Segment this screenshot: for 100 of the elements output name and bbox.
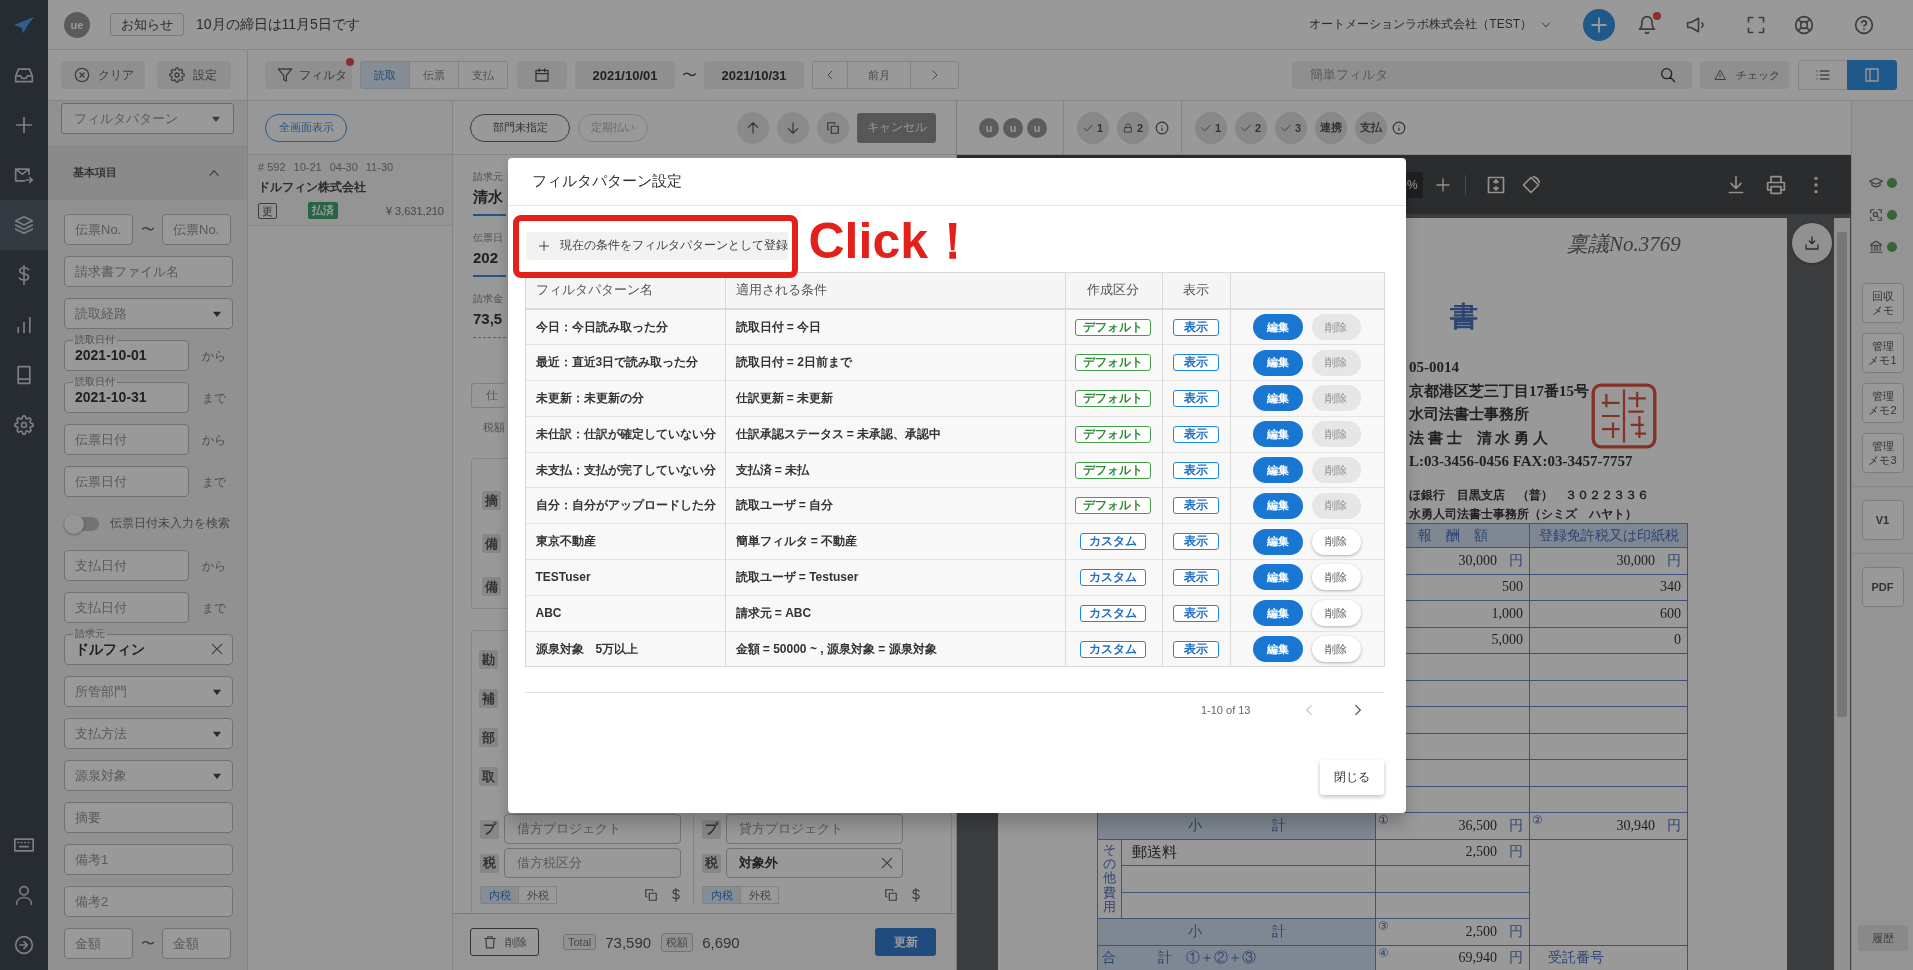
edit-button[interactable]: 編集 xyxy=(1252,600,1303,627)
edit-button[interactable]: 編集 xyxy=(1252,528,1303,555)
text-field[interactable]: 伝票日付 xyxy=(64,424,189,455)
bank-icon[interactable] xyxy=(1868,240,1883,254)
print-icon[interactable] xyxy=(1766,174,1786,195)
view-mode-button[interactable] xyxy=(1847,60,1897,90)
copy-icon[interactable] xyxy=(884,888,898,902)
text-field[interactable]: 備考2 xyxy=(64,886,233,917)
copy-icon[interactable] xyxy=(644,888,658,902)
copy-button[interactable] xyxy=(817,111,849,144)
memo-button[interactable]: 回収 メモ xyxy=(1861,283,1904,323)
download-icon[interactable] xyxy=(1726,174,1746,195)
clear-icon[interactable] xyxy=(210,642,224,656)
info-icon[interactable] xyxy=(1392,120,1406,135)
edit-button[interactable]: 編集 xyxy=(1252,564,1303,591)
logout-icon[interactable] xyxy=(14,935,34,955)
rotate-icon[interactable] xyxy=(1521,174,1541,195)
zoom-in-icon[interactable] xyxy=(1435,176,1451,193)
delete-button[interactable]: 削除 xyxy=(1311,564,1361,591)
text-field[interactable]: 摘要 xyxy=(64,802,233,833)
close-button[interactable]: 閉じる xyxy=(1319,759,1384,795)
workflow-chip[interactable]: 1 xyxy=(1195,111,1227,144)
text-field[interactable]: 読取日付 2021-10-01 xyxy=(64,334,189,371)
version-button[interactable]: V1 xyxy=(1861,500,1904,540)
memo-button[interactable]: 管理 メモ3 xyxy=(1861,433,1904,473)
text-field[interactable]: 伝票日付 xyxy=(64,466,189,497)
status-chip[interactable]: 2 xyxy=(1117,111,1149,144)
memo-button[interactable]: 管理 メモ2 xyxy=(1861,383,1904,423)
text-field[interactable]: 支払日付 xyxy=(64,550,189,581)
toggle-switch[interactable] xyxy=(64,513,100,534)
edit-button[interactable]: 編集 xyxy=(1252,421,1303,448)
tax-category-field[interactable]: 借方税区分 xyxy=(504,848,681,878)
source-tab[interactable]: 読取 xyxy=(360,61,410,89)
text-field[interactable]: 請求書ファイル名 xyxy=(64,256,233,287)
nav-item[interactable] xyxy=(0,200,48,250)
help-icon[interactable] xyxy=(1854,14,1874,35)
delete-button[interactable]: 削除 xyxy=(1311,600,1361,627)
calendar-button[interactable] xyxy=(517,61,567,89)
add-button[interactable] xyxy=(1583,8,1615,41)
workflow-chip[interactable]: 連携 xyxy=(1315,111,1347,144)
date-field[interactable]: 2021/10/01 xyxy=(575,61,675,89)
dropdown-field[interactable]: 読取経路 xyxy=(64,298,233,329)
department-button[interactable]: 部門未指定 xyxy=(470,113,570,142)
history-button[interactable]: 履歴 xyxy=(1857,925,1908,951)
update-button[interactable]: 更新 xyxy=(875,928,936,956)
settings-button[interactable]: 設定 xyxy=(157,61,231,89)
add-pattern-button[interactable]: 現在の条件をフィルタパターンとして登録 xyxy=(525,231,788,260)
source-tab[interactable]: 伝票 xyxy=(409,61,459,89)
approver-avatar[interactable]: u xyxy=(1027,117,1047,138)
delete-button[interactable]: 削除 xyxy=(1311,636,1361,663)
workflow-chip[interactable]: 支払 xyxy=(1355,111,1387,144)
filter-button[interactable]: フィルタ xyxy=(265,61,352,89)
fullscreen-icon[interactable] xyxy=(1746,14,1766,35)
user-avatar[interactable]: ue xyxy=(64,11,90,38)
tax-mode-button[interactable]: 外税 xyxy=(518,886,557,904)
tax-mode-button[interactable]: 内税 xyxy=(702,886,741,904)
zoom-field[interactable]: % xyxy=(1407,171,1423,198)
approver-avatar[interactable]: u xyxy=(979,117,999,138)
pdf-button[interactable]: PDF xyxy=(1861,567,1904,607)
section-header[interactable]: 基本項目 xyxy=(48,145,247,200)
approver-avatar[interactable]: u xyxy=(1003,117,1023,138)
notice-button[interactable]: お知らせ xyxy=(110,13,184,36)
graduation-cap-icon[interactable] xyxy=(1868,176,1883,190)
bell-icon[interactable] xyxy=(1637,14,1657,35)
clear-icon[interactable] xyxy=(880,856,894,870)
memo-button[interactable]: 管理 メモ1 xyxy=(1861,333,1904,373)
dropdown-field[interactable]: 所管部門 xyxy=(64,676,233,707)
summary-field[interactable]: 請求金 73,5 xyxy=(473,292,506,338)
scan-icon[interactable] xyxy=(1868,208,1883,222)
tax-mode-button[interactable]: 外税 xyxy=(740,886,779,904)
move-down-button[interactable] xyxy=(777,111,809,144)
move-up-button[interactable] xyxy=(737,111,769,144)
status-chip[interactable]: 1 xyxy=(1077,111,1109,144)
text-field[interactable]: 金額 xyxy=(162,928,231,959)
tax-mode-button[interactable]: 内税 xyxy=(480,886,519,904)
company-selector[interactable]: オートメーションラボ株式会社（TEST） xyxy=(1309,16,1532,33)
text-field[interactable]: 伝票No. xyxy=(162,214,231,245)
edit-button[interactable]: 編集 xyxy=(1252,492,1303,519)
summary-field[interactable]: 請求元 清水 xyxy=(473,170,506,216)
dropdown-field[interactable]: 源泉対象 xyxy=(64,760,233,791)
text-field[interactable]: 支払日付 xyxy=(64,592,189,623)
dropdown-field[interactable]: 支払方法 xyxy=(64,718,233,749)
check-button[interactable]: チェック xyxy=(1700,61,1789,89)
download-button[interactable] xyxy=(1792,223,1832,263)
workflow-chip[interactable]: 3 xyxy=(1275,111,1307,144)
previous-month-button[interactable]: 前月 xyxy=(847,61,911,89)
fit-page-icon[interactable] xyxy=(1486,174,1506,195)
edit-button[interactable]: 編集 xyxy=(1252,314,1303,341)
scrollbar[interactable] xyxy=(1834,218,1850,970)
user-icon[interactable] xyxy=(14,885,34,905)
text-field[interactable]: 伝票No. xyxy=(64,214,133,245)
date-field[interactable]: 2021/10/31 xyxy=(704,61,804,89)
source-tab[interactable]: 支払 xyxy=(458,61,508,89)
text-field[interactable]: 金額 xyxy=(64,928,133,959)
text-field[interactable]: 読取日付 2021-10-31 xyxy=(64,376,189,413)
clear-button[interactable]: クリア xyxy=(61,61,145,89)
edit-button[interactable]: 編集 xyxy=(1252,349,1303,376)
dollar-icon[interactable] xyxy=(669,888,683,902)
info-icon[interactable] xyxy=(1155,120,1169,135)
edit-button[interactable]: 編集 xyxy=(1252,385,1303,412)
